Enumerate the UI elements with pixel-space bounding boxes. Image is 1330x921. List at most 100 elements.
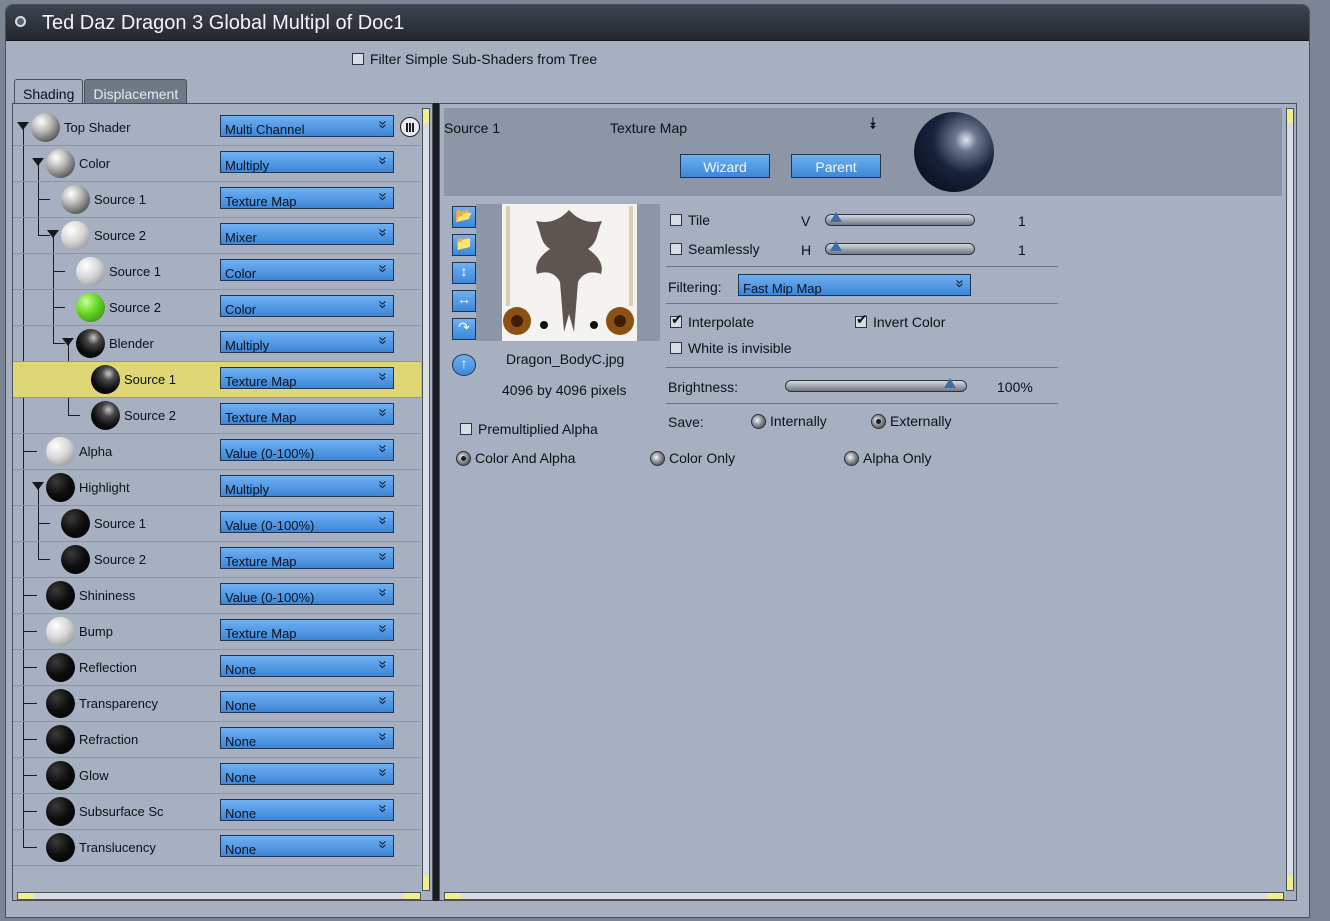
channel-option-color-and-alpha[interactable]: Color And Alpha xyxy=(456,450,575,466)
tree-row[interactable]: Translucency None xyxy=(13,830,421,866)
editor-hscroll-thumb-left[interactable] xyxy=(445,893,461,899)
shader-type-dropdown[interactable]: None xyxy=(220,763,394,785)
expand-toggle-icon[interactable] xyxy=(32,158,44,166)
tree-row[interactable]: Shininess Value (0-100%) xyxy=(13,578,421,614)
tree-row[interactable]: Glow None xyxy=(13,758,421,794)
shader-type-dropdown[interactable]: None xyxy=(220,691,394,713)
tree-row[interactable]: Source 2 Texture Map xyxy=(13,542,421,578)
interpolate-checkbox[interactable] xyxy=(670,311,683,328)
v-slider[interactable] xyxy=(825,212,975,226)
h-slider[interactable] xyxy=(825,241,975,255)
editor-vscroll-thumb-top[interactable] xyxy=(1287,109,1293,123)
editor-horizontal-scrollbar[interactable] xyxy=(444,892,1284,900)
tree-row[interactable]: Refraction None xyxy=(13,722,421,758)
editor-vscroll-thumb-bottom[interactable] xyxy=(1287,876,1293,890)
tree-row[interactable]: Top Shader Multi Channel xyxy=(13,110,421,146)
tree-row[interactable]: Source 2 Color xyxy=(13,290,421,326)
shader-type-dropdown[interactable]: Texture Map xyxy=(220,367,394,389)
flip-vertical-icon[interactable]: ↕ xyxy=(452,262,476,284)
upload-icon[interactable]: ↑ xyxy=(452,354,476,376)
tree-row[interactable]: Source 2 Mixer xyxy=(13,218,421,254)
brightness-slider-knob[interactable] xyxy=(944,378,956,388)
tile-checkbox[interactable] xyxy=(670,214,682,226)
seamlessly-option[interactable]: Seamlessly xyxy=(670,241,760,257)
open-folder-icon[interactable]: 📂 xyxy=(452,206,476,228)
shader-type-dropdown[interactable]: None xyxy=(220,835,394,857)
tree-row[interactable]: Source 2 Texture Map xyxy=(13,398,421,434)
save-externally-radio[interactable] xyxy=(871,413,886,429)
tree-hscroll-thumb-right[interactable] xyxy=(404,893,420,899)
editor-hscroll-thumb-right[interactable] xyxy=(1267,893,1283,899)
expand-toggle-icon[interactable] xyxy=(32,482,44,490)
save-internally-radio[interactable] xyxy=(751,413,766,429)
shader-type-dropdown[interactable]: None xyxy=(220,727,394,749)
tree-row[interactable]: Subsurface Sc None xyxy=(13,794,421,830)
close-icon[interactable] xyxy=(15,16,26,27)
channel-option-color-only[interactable]: Color Only xyxy=(650,450,735,466)
tab-shading[interactable]: Shading xyxy=(14,79,84,105)
open-folder-alt-icon[interactable]: 📁 xyxy=(452,234,476,256)
filter-simple-subshaders-option[interactable]: Filter Simple Sub-Shaders from Tree xyxy=(352,50,597,68)
tree-vertical-scrollbar[interactable] xyxy=(422,108,430,891)
tile-option[interactable]: Tile xyxy=(670,212,710,228)
tab-displacement[interactable]: Displacement xyxy=(84,79,188,105)
channel-radio-color-only[interactable] xyxy=(650,450,665,466)
white-is-invisible-option[interactable]: White is invisible xyxy=(670,340,791,356)
tree-row[interactable]: Bump Texture Map xyxy=(13,614,421,650)
tree-row[interactable]: Source 1 Value (0-100%) xyxy=(13,506,421,542)
invert-color-option[interactable]: Invert Color xyxy=(855,311,945,330)
editor-vertical-scrollbar[interactable] xyxy=(1286,108,1294,891)
shader-type-dropdown[interactable]: Multi Channel xyxy=(220,115,394,137)
shader-type-dropdown[interactable]: Mixer xyxy=(220,223,394,245)
premultiplied-alpha-option[interactable]: Premultiplied Alpha xyxy=(460,421,598,437)
channel-option-alpha-only[interactable]: Alpha Only xyxy=(844,450,931,466)
h-slider-knob[interactable] xyxy=(830,241,842,251)
premultiplied-alpha-checkbox[interactable] xyxy=(460,423,472,435)
wizard-button[interactable]: Wizard xyxy=(680,154,770,178)
channel-radio-alpha-only[interactable] xyxy=(844,450,859,466)
shader-type-dropdown[interactable]: Color xyxy=(220,259,394,281)
tree-vscroll-thumb-bottom[interactable] xyxy=(423,876,429,890)
tree-row[interactable]: Blender Multiply xyxy=(13,326,421,362)
brightness-slider[interactable] xyxy=(785,378,967,392)
trash-icon[interactable] xyxy=(400,117,420,137)
node-type-chevron-icon[interactable]: ⯯ xyxy=(868,116,878,134)
shader-type-dropdown[interactable]: None xyxy=(220,799,394,821)
shader-type-dropdown[interactable]: Multiply xyxy=(220,475,394,497)
shader-type-dropdown[interactable]: Texture Map xyxy=(220,187,394,209)
texture-thumbnail[interactable] xyxy=(502,204,637,341)
flip-horizontal-icon[interactable]: ↔ xyxy=(452,290,476,312)
shader-type-dropdown[interactable]: None xyxy=(220,655,394,677)
filtering-dropdown[interactable]: Fast Mip Map xyxy=(738,274,971,296)
tree-row[interactable]: Source 1 Texture Map xyxy=(13,182,421,218)
tree-horizontal-scrollbar[interactable] xyxy=(17,892,421,900)
shader-type-dropdown[interactable]: Texture Map xyxy=(220,547,394,569)
interpolate-option[interactable]: Interpolate xyxy=(670,311,754,330)
filter-simple-subshaders-checkbox[interactable] xyxy=(352,53,364,65)
save-internally-option[interactable]: Internally xyxy=(751,413,827,429)
shader-type-dropdown[interactable]: Value (0-100%) xyxy=(220,439,394,461)
expand-toggle-icon[interactable] xyxy=(62,338,74,346)
tree-row[interactable]: Highlight Multiply xyxy=(13,470,421,506)
shader-type-dropdown[interactable]: Color xyxy=(220,295,394,317)
tree-hscroll-thumb-left[interactable] xyxy=(18,893,34,899)
expand-toggle-icon[interactable] xyxy=(47,230,59,238)
tree-row[interactable]: Source 1 Color xyxy=(13,254,421,290)
node-type-selector[interactable]: Texture Map xyxy=(610,120,687,136)
seamlessly-checkbox[interactable] xyxy=(670,243,682,255)
invert-color-checkbox[interactable] xyxy=(855,311,868,328)
shader-type-dropdown[interactable]: Texture Map xyxy=(220,403,394,425)
expand-toggle-icon[interactable] xyxy=(17,122,29,130)
white-is-invisible-checkbox[interactable] xyxy=(670,342,682,354)
save-externally-option[interactable]: Externally xyxy=(871,413,951,429)
shader-type-dropdown[interactable]: Value (0-100%) xyxy=(220,583,394,605)
tree-vscroll-thumb-top[interactable] xyxy=(423,109,429,123)
title-bar[interactable]: Ted Daz Dragon 3 Global Multipl of Doc1 xyxy=(6,5,1309,41)
shader-type-dropdown[interactable]: Multiply xyxy=(220,151,394,173)
tree-row[interactable]: Transparency None xyxy=(13,686,421,722)
tree-row[interactable]: Reflection None xyxy=(13,650,421,686)
tree-row[interactable]: Source 1 Texture Map xyxy=(13,362,421,398)
shader-type-dropdown[interactable]: Value (0-100%) xyxy=(220,511,394,533)
tree-row[interactable]: Alpha Value (0-100%) xyxy=(13,434,421,470)
shader-type-dropdown[interactable]: Texture Map xyxy=(220,619,394,641)
